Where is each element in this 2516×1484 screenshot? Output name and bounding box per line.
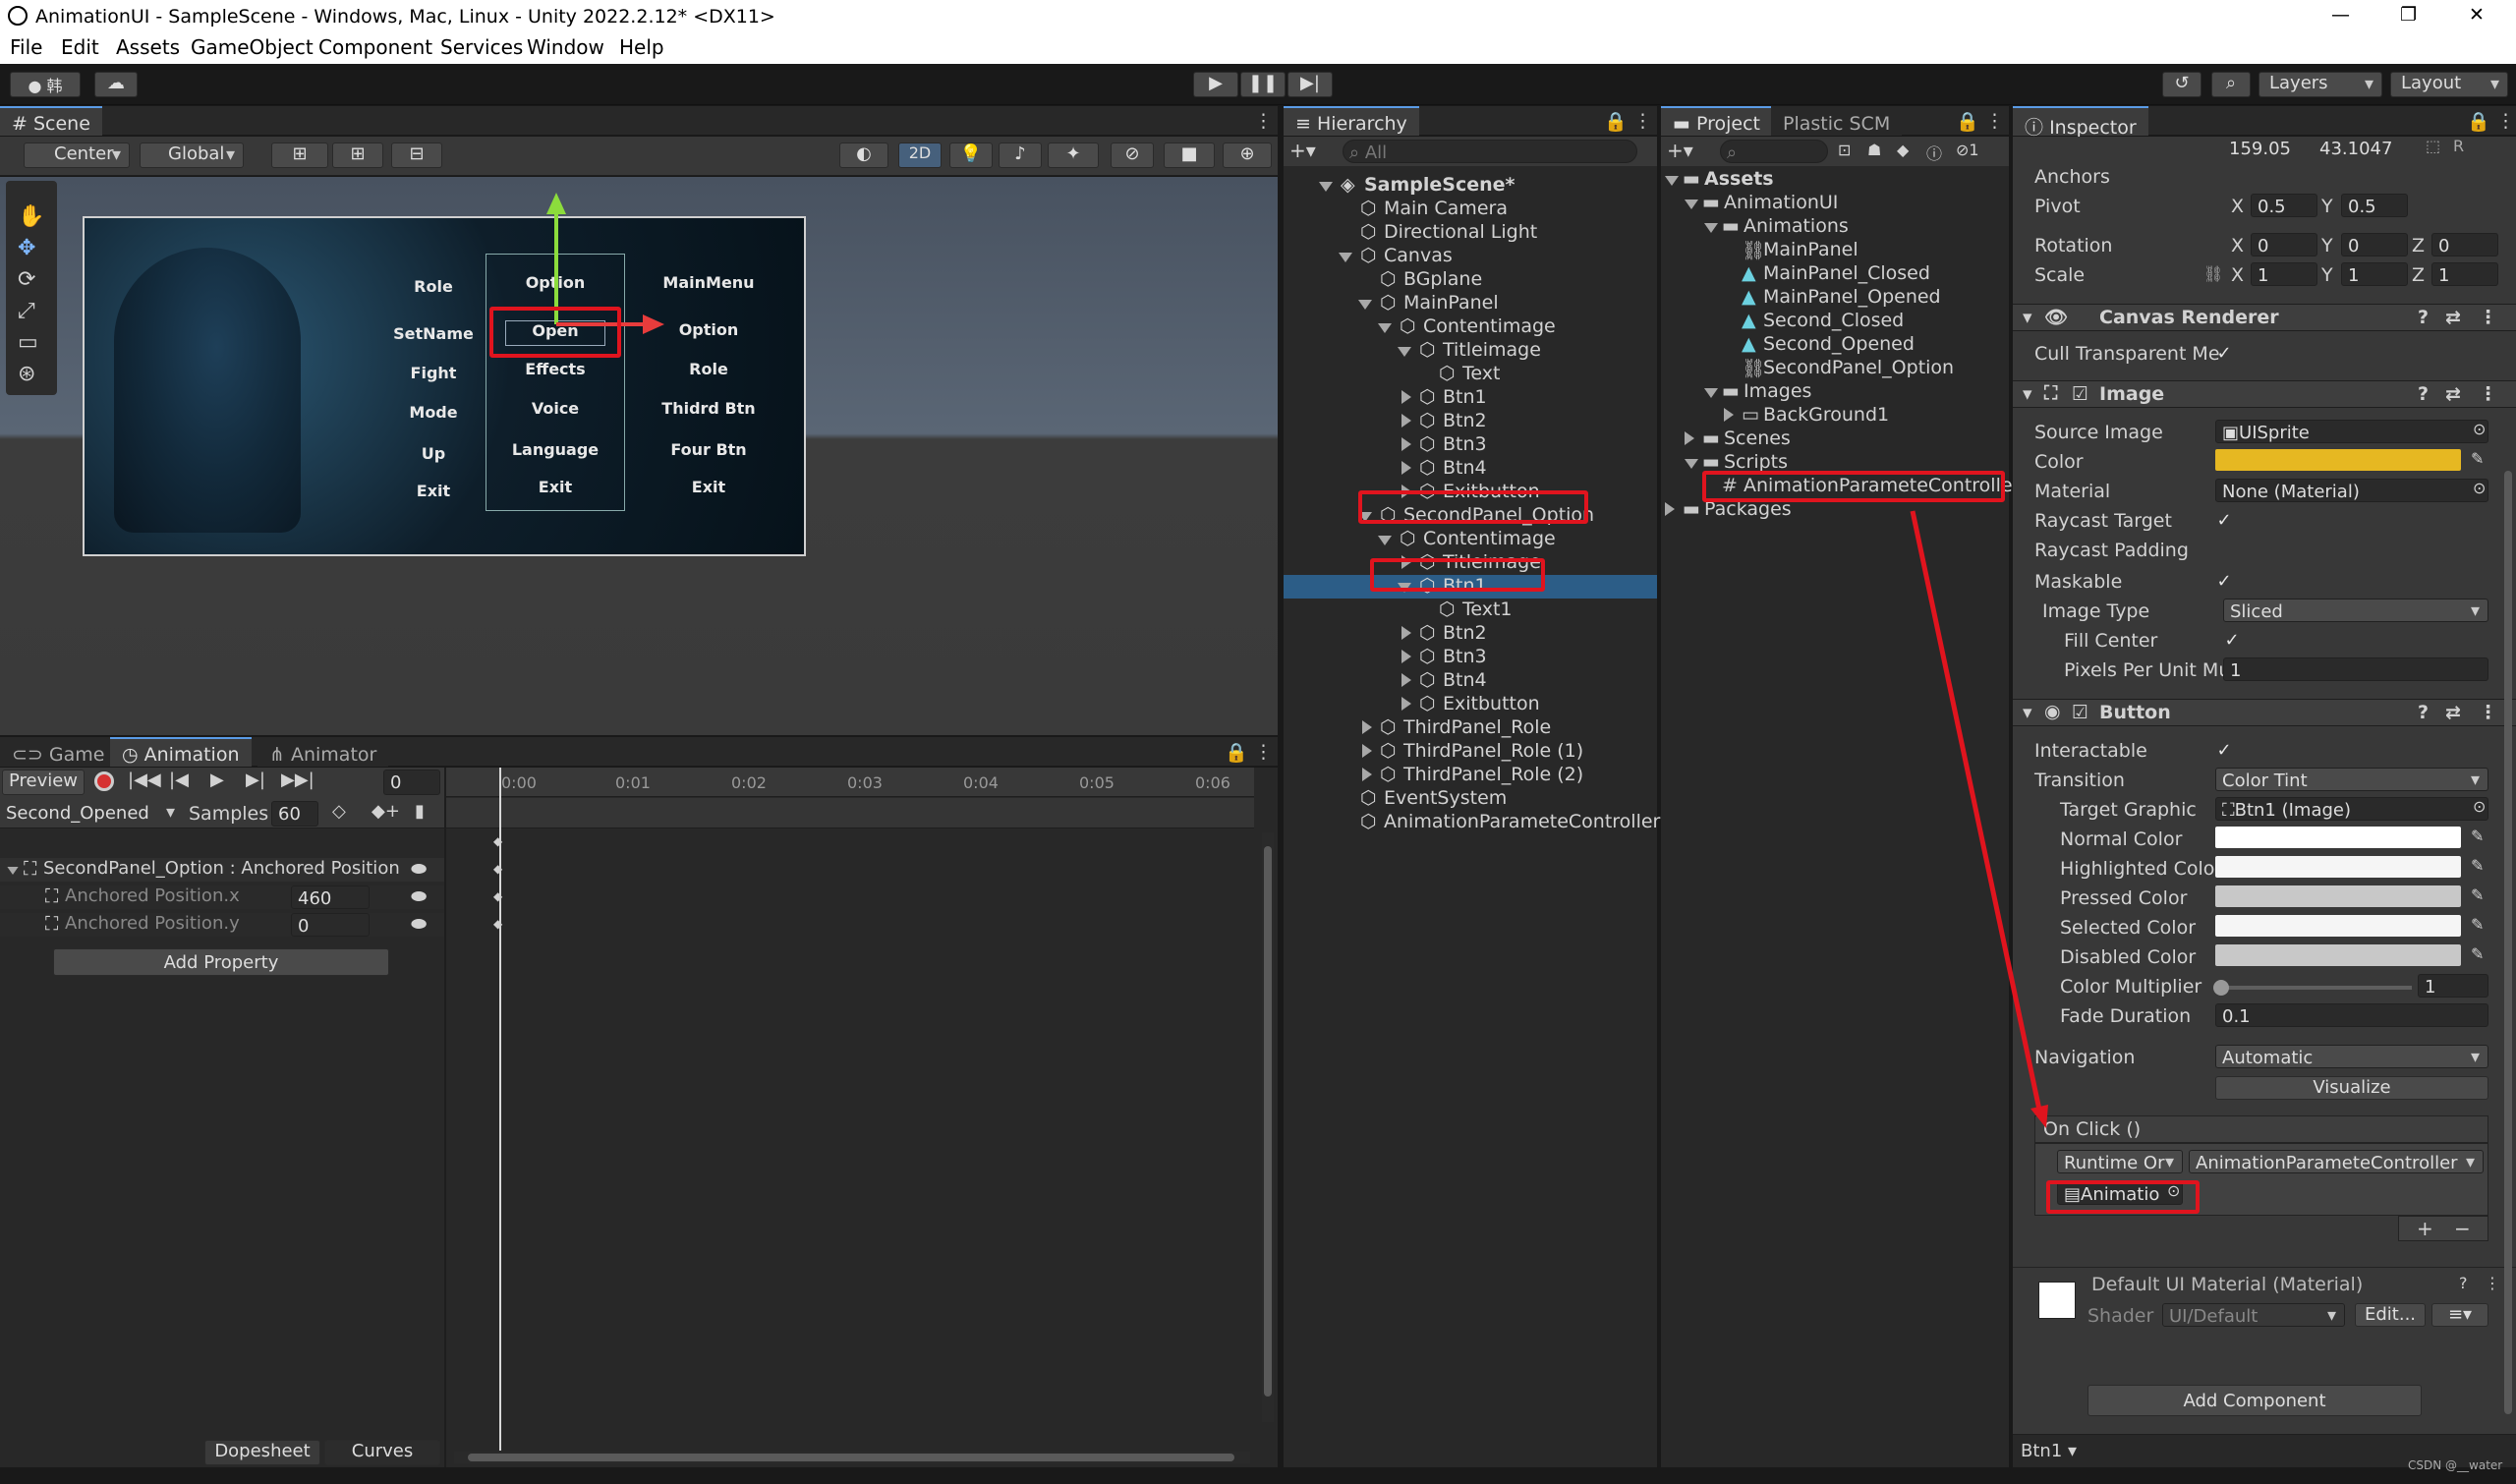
watermark: CSDN @__water — [2408, 1458, 2503, 1472]
annotation-arrow — [1910, 510, 2048, 1128]
status-bar — [0, 1468, 2516, 1484]
